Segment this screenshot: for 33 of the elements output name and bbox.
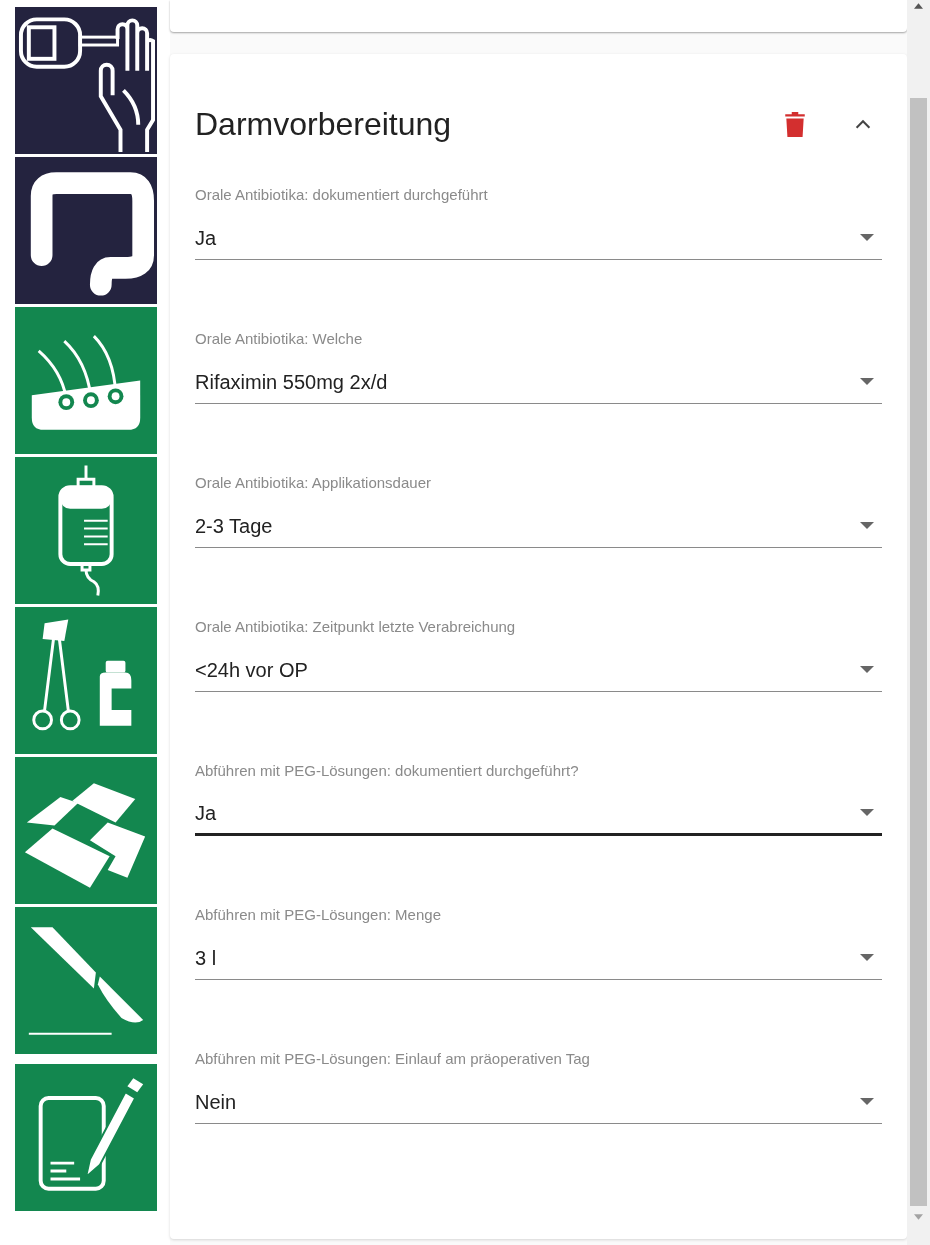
category-tile[interactable] — [15, 757, 157, 904]
dropdown-caret-icon — [860, 809, 874, 816]
field-label: Abführen mit PEG-Lösungen: dokumentiert durchgeführt? — [195, 762, 580, 780]
select-field[interactable]: Nein — [195, 1080, 882, 1124]
dropdown-caret-icon — [860, 666, 874, 673]
scroll-thumb[interactable] — [910, 98, 927, 1206]
category-tile[interactable] — [15, 457, 157, 604]
dropdown-caret-icon — [860, 954, 874, 961]
scroll-up-icon[interactable] — [914, 3, 923, 9]
category-tile[interactable] — [15, 157, 157, 304]
field-label: Orale Antibiotika: Welche — [195, 330, 364, 348]
category-tile[interactable] — [15, 7, 157, 154]
select-field[interactable]: Ja — [195, 216, 882, 260]
field-label: Abführen mit PEG-Lösungen: Einlauf am präoperativen Tag — [195, 1050, 591, 1068]
dropdown-caret-icon — [860, 522, 874, 529]
field-label: Orale Antibiotika: dokumentiert durchgeführt — [195, 186, 489, 204]
field-label: Orale Antibiotika: Zeitpunkt letzte Verabreichung — [195, 618, 517, 636]
category-tile[interactable] — [15, 1064, 157, 1211]
field-label: Orale Antibiotika: Applikationsdauer — [195, 474, 432, 492]
field-label: Abführen mit PEG-Lösungen: Menge — [195, 906, 442, 924]
section-title: Darmvorbereitung — [195, 105, 453, 144]
select-field[interactable]: <24h vor OP — [195, 648, 882, 692]
select-field[interactable]: Rifaximin 550mg 2x/d — [195, 360, 882, 404]
select-field[interactable]: 2-3 Tage — [195, 504, 882, 548]
dropdown-caret-icon — [860, 234, 874, 241]
select-field[interactable]: 3 l — [195, 936, 882, 980]
select-field[interactable]: Ja — [195, 792, 882, 836]
dropdown-caret-icon — [860, 1098, 874, 1105]
dropdown-caret-icon — [860, 378, 874, 385]
scrollbar[interactable] — [907, 0, 930, 1245]
category-tile[interactable] — [15, 607, 157, 754]
category-tile[interactable] — [15, 307, 157, 454]
category-tile[interactable] — [15, 907, 157, 1054]
